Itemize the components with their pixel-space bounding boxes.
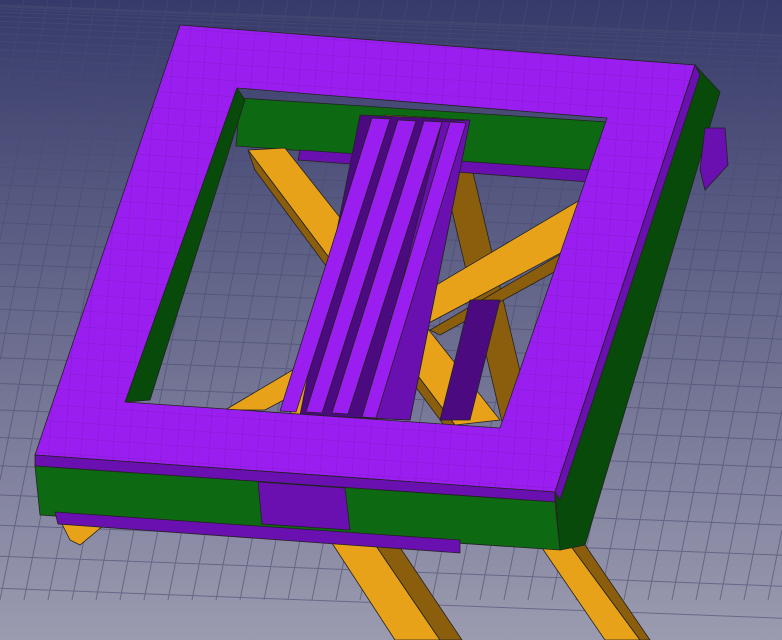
frame-front-slats [257, 481, 351, 531]
3d-model-scene[interactable] [0, 0, 782, 640]
3d-viewport[interactable] [0, 0, 782, 640]
